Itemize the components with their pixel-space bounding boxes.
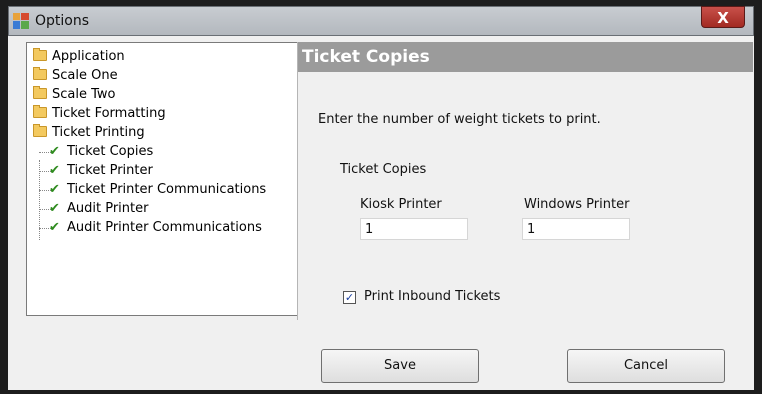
tree-item-label: Audit Printer Communications <box>67 220 262 235</box>
tree-item-label: Ticket Formatting <box>52 106 166 121</box>
title-bar[interactable]: Options X <box>8 6 754 36</box>
check-icon: ✔ <box>49 144 60 159</box>
tree-item-ticket-printer[interactable]: ✔ Ticket Printer <box>49 161 153 180</box>
app-icon <box>13 13 29 29</box>
folder-icon <box>33 67 47 80</box>
window-title: Options <box>35 13 90 29</box>
tree-item-audit-printer[interactable]: ✔ Audit Printer <box>49 199 148 218</box>
save-button[interactable]: Save <box>321 349 479 383</box>
kiosk-printer-label: Kiosk Printer <box>360 197 442 212</box>
kiosk-printer-input[interactable] <box>360 218 468 240</box>
tree-item-label: Scale Two <box>52 87 116 102</box>
cancel-button[interactable]: Cancel <box>567 349 725 383</box>
check-icon: ✔ <box>49 163 60 178</box>
tree-item-application[interactable]: Application <box>33 47 125 66</box>
options-window: Options X Application Scale One Scale Tw… <box>0 0 762 394</box>
folder-icon <box>33 48 47 61</box>
folder-icon <box>33 124 47 137</box>
tree-item-audit-printer-communications[interactable]: ✔ Audit Printer Communications <box>49 218 262 237</box>
windows-printer-label: Windows Printer <box>524 197 630 212</box>
tree-item-ticket-copies[interactable]: ✔ Ticket Copies <box>49 142 153 161</box>
panel-header: Ticket Copies <box>298 42 753 72</box>
check-icon: ✔ <box>49 182 60 197</box>
folder-icon <box>33 105 47 118</box>
print-inbound-checkbox[interactable]: ✓ <box>343 291 356 304</box>
tree-item-ticket-printer-communications[interactable]: ✔ Ticket Printer Communications <box>49 180 266 199</box>
tree-item-ticket-printing[interactable]: Ticket Printing <box>33 123 145 142</box>
tree-item-label: Ticket Printer <box>67 163 153 178</box>
tree-item-scale-two[interactable]: Scale Two <box>33 85 115 104</box>
tree-item-label: Audit Printer <box>67 201 149 216</box>
panel-description: Enter the number of weight tickets to pr… <box>318 112 601 127</box>
tree-item-ticket-formatting[interactable]: Ticket Formatting <box>33 104 166 123</box>
client-area: Application Scale One Scale Two Ticket F… <box>8 36 754 390</box>
close-button[interactable]: X <box>701 6 745 28</box>
tree-item-label: Scale One <box>52 68 118 83</box>
section-label: Ticket Copies <box>340 162 427 177</box>
check-icon: ✔ <box>49 220 60 235</box>
tree-item-label: Ticket Printer Communications <box>67 182 267 197</box>
check-icon: ✔ <box>49 201 60 216</box>
options-tree[interactable]: Application Scale One Scale Two Ticket F… <box>26 42 300 316</box>
tree-item-label: Ticket Copies <box>67 144 154 159</box>
tree-item-label: Ticket Printing <box>52 125 145 140</box>
print-inbound-label: Print Inbound Tickets <box>364 289 501 304</box>
tree-item-label: Application <box>52 49 125 64</box>
windows-printer-input[interactable] <box>522 218 630 240</box>
tree-item-scale-one[interactable]: Scale One <box>33 66 118 85</box>
folder-icon <box>33 86 47 99</box>
panel-title: Ticket Copies <box>302 47 430 67</box>
settings-panel: Ticket Copies Enter the number of weight… <box>297 42 753 320</box>
